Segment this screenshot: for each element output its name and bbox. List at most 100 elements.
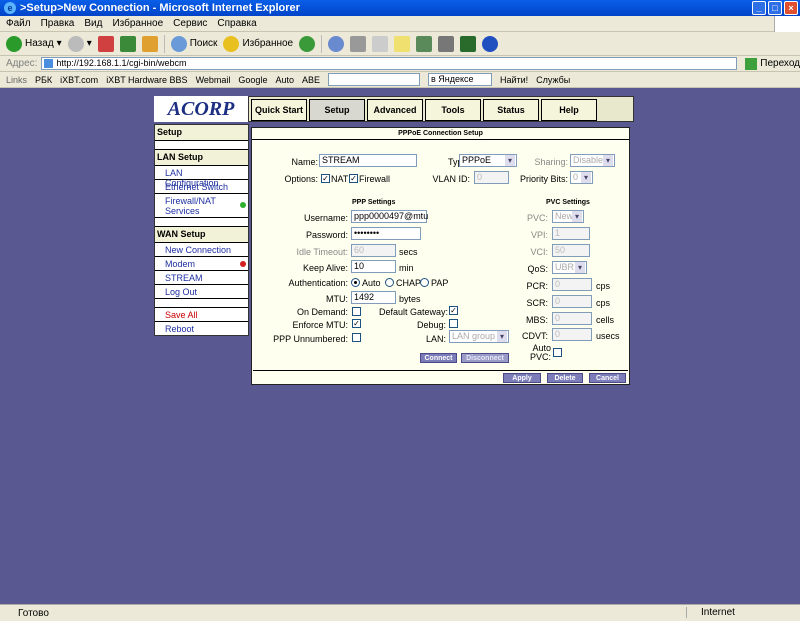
browser-toolbar: Назад ▾ ▾ Поиск Избранное [0, 32, 800, 56]
vpi-label: VPI: [530, 230, 548, 240]
tab-advanced[interactable]: Advanced [367, 99, 423, 121]
history-icon[interactable] [299, 35, 316, 52]
nat-checkbox[interactable]: ✓ [321, 174, 330, 183]
tab-quick-start[interactable]: Quick Start [251, 99, 307, 121]
auth-chap-radio[interactable] [385, 278, 394, 287]
reboot-link[interactable]: Reboot [155, 322, 248, 336]
menu-help[interactable]: Справка [217, 18, 256, 29]
sidebar-item-new-connection[interactable]: New Connection [155, 243, 248, 257]
favorites-button[interactable]: Избранное [223, 35, 293, 52]
mail-icon[interactable] [328, 35, 345, 52]
lan-select[interactable]: LAN group 1 [449, 330, 509, 343]
menu-favorites[interactable]: Избранное [112, 18, 163, 29]
yandex-search-input[interactable] [327, 73, 420, 86]
app-icon[interactable] [460, 35, 477, 52]
password-input[interactable]: •••••••• [351, 227, 421, 240]
device-icon[interactable] [438, 35, 455, 52]
pppoe-panel: PPPoE Connection Setup Name: STREAM Type… [251, 127, 630, 385]
sidebar-item-logout[interactable]: Log Out [155, 285, 248, 299]
connect-button[interactable]: Connect [420, 353, 457, 363]
print-icon[interactable] [350, 35, 367, 52]
pvc-select[interactable]: New [552, 210, 584, 223]
ppp-unnumbered-checkbox[interactable] [352, 333, 361, 342]
cancel-button[interactable]: Cancel [589, 373, 626, 383]
nat-label: NAT [331, 174, 349, 184]
address-input[interactable]: http://192.168.1.1/cgi-bin/webcm [41, 57, 738, 70]
mtu-input[interactable]: 1492 [351, 291, 396, 304]
yandex-select[interactable]: в Яндексе [427, 73, 492, 86]
services-button[interactable]: Службы [536, 75, 570, 85]
tab-help[interactable]: Help [541, 99, 597, 121]
menu-file[interactable]: Файл [6, 18, 31, 29]
link-auto[interactable]: Auto [275, 75, 294, 85]
menu-edit[interactable]: Правка [41, 18, 75, 29]
minimize-button[interactable]: _ [752, 1, 766, 15]
bluetooth-icon[interactable] [482, 35, 499, 52]
forward-button[interactable]: ▾ [67, 35, 92, 52]
messenger-icon[interactable] [416, 35, 433, 52]
tab-setup[interactable]: Setup [309, 99, 365, 121]
go-button[interactable]: Переход [760, 58, 800, 69]
delete-button[interactable]: Delete [547, 373, 583, 383]
notes-icon[interactable] [394, 35, 411, 52]
stop-icon[interactable] [97, 35, 114, 52]
find-button[interactable]: Найти! [500, 75, 528, 85]
auth-auto-label: Auto [362, 278, 381, 288]
auto-pvc-label: Auto PVC: [529, 343, 551, 362]
link-abe[interactable]: ABE [302, 75, 320, 85]
link-google[interactable]: Google [238, 75, 267, 85]
vlan-input[interactable]: 0 [474, 171, 509, 184]
name-input[interactable]: STREAM [319, 154, 417, 167]
vci-input[interactable]: 50 [552, 244, 590, 257]
go-arrow-icon[interactable] [745, 57, 758, 70]
refresh-icon[interactable] [119, 35, 136, 52]
auth-pap-radio[interactable] [420, 278, 429, 287]
priority-select[interactable]: 0 [570, 171, 593, 184]
acorp-logo: ACORP [154, 96, 248, 122]
menu-tools[interactable]: Сервис [173, 18, 207, 29]
sidebar-item-firewall-nat[interactable]: Firewall/NAT Services [155, 194, 248, 218]
mtu-unit: bytes [399, 294, 421, 304]
menu-view[interactable]: Вид [84, 18, 102, 29]
auto-pvc-checkbox[interactable] [553, 348, 562, 357]
link-webmail[interactable]: Webmail [196, 75, 231, 85]
keep-alive-input[interactable]: 10 [351, 260, 396, 273]
window-title: >Setup>New Connection - Microsoft Intern… [20, 2, 300, 14]
apply-button[interactable]: Apply [503, 373, 541, 383]
sidebar-item-modem[interactable]: Modem [155, 257, 248, 271]
debug-checkbox[interactable] [449, 319, 458, 328]
pcr-input[interactable]: 0 [552, 278, 592, 291]
link-rbk[interactable]: РБК [35, 75, 52, 85]
mbs-input[interactable]: 0 [552, 312, 592, 325]
back-button[interactable]: Назад ▾ [6, 35, 62, 52]
sidebar-item-lan-configuration[interactable]: LAN Configuration [155, 166, 248, 188]
search-button[interactable]: Поиск [170, 35, 217, 52]
auth-auto-radio[interactable] [351, 278, 360, 287]
qos-select[interactable]: UBR [552, 261, 587, 274]
cdvt-input[interactable]: 0 [552, 328, 592, 341]
back-icon [6, 35, 22, 52]
link-ixbt[interactable]: iXBT.com [60, 75, 98, 85]
firewall-checkbox[interactable]: ✓ [349, 174, 358, 183]
close-button[interactable]: × [784, 1, 798, 15]
disconnect-button[interactable]: Disconnect [461, 353, 509, 363]
home-icon[interactable] [141, 35, 158, 52]
enforce-mtu-checkbox[interactable]: ✓ [352, 319, 361, 328]
sidebar-item-ethernet-switch[interactable]: Ethernet Switch [155, 180, 248, 194]
firewall-status-dot [240, 202, 246, 208]
vpi-input[interactable]: 1 [552, 227, 590, 240]
scr-input[interactable]: 0 [552, 295, 592, 308]
sharing-select[interactable]: Disable [570, 154, 615, 167]
on-demand-checkbox[interactable] [352, 307, 361, 316]
save-all-link[interactable]: Save All [155, 308, 248, 322]
idle-timeout-input[interactable]: 60 [351, 244, 396, 257]
sidebar-item-stream[interactable]: STREAM [155, 271, 248, 285]
edit-icon[interactable] [372, 35, 389, 52]
default-gateway-checkbox[interactable]: ✓ [449, 306, 458, 315]
tab-tools[interactable]: Tools [425, 99, 481, 121]
link-ixbt-bbs[interactable]: iXBT Hardware BBS [106, 75, 187, 85]
username-input[interactable]: ppp0000497@mtu [351, 210, 428, 223]
tab-status[interactable]: Status [483, 99, 539, 121]
maximize-button[interactable]: □ [768, 1, 782, 15]
type-select[interactable]: PPPoE [459, 154, 517, 167]
